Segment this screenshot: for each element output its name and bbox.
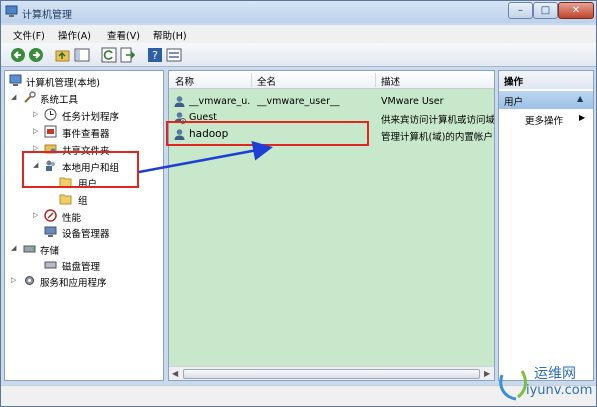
computer-management-window: 计算机管理 – □ ✕ 文件(F) 操作(A) 查看(V) 帮助(H) ? 计算… xyxy=(0,0,597,407)
more-actions-label: 更多操作 xyxy=(525,116,564,127)
submenu-arrow-icon: ▶ xyxy=(579,113,586,122)
scroll-right-icon[interactable]: ▶ xyxy=(484,369,490,378)
cell-description: 供来宾访问计算机或访问域 xyxy=(381,115,495,126)
horizontal-scrollbar[interactable]: ◀ ▶ xyxy=(169,366,494,380)
expand-triangle-icon[interactable]: ▷ xyxy=(33,211,38,219)
collapse-triangle-icon[interactable]: ◢ xyxy=(11,244,16,252)
tools-icon xyxy=(24,91,36,103)
list-row-vmware-user[interactable]: __vmware_u... __vmware_user__ VMware Use… xyxy=(169,94,494,110)
actions-title: 操作 xyxy=(504,77,524,88)
tree-item-performance[interactable]: ▷ 性能 xyxy=(25,208,163,224)
actions-section-users[interactable]: 用户 ▲ xyxy=(499,91,593,109)
list-column-header: 名称 全名 描述 xyxy=(169,71,494,89)
up-folder-icon[interactable] xyxy=(55,47,71,63)
refresh-icon[interactable] xyxy=(101,47,117,63)
title-bar: 计算机管理 – □ ✕ xyxy=(1,1,596,23)
svg-text:?: ? xyxy=(152,49,158,62)
maximize-button[interactable]: □ xyxy=(533,2,558,19)
export-list-icon[interactable] xyxy=(120,47,136,63)
forward-arrow-icon[interactable] xyxy=(28,47,44,63)
tree-item-root[interactable]: 计算机管理(本地) xyxy=(9,73,159,89)
tree-item-system-tools[interactable]: ◢ 系统工具 xyxy=(11,90,161,106)
tree-item-label: 组 xyxy=(78,196,88,207)
tree-item-label: 事件查看器 xyxy=(62,129,110,140)
tree-item-task-scheduler[interactable]: ▷ 任务计划程序 xyxy=(25,107,163,123)
cell-name: __vmware_u... xyxy=(189,96,251,107)
close-button[interactable]: ✕ xyxy=(558,2,594,19)
tree-item-label: 计算机管理(本地) xyxy=(26,78,100,89)
watermark-cn: 运维网 xyxy=(534,366,576,382)
expand-triangle-icon[interactable]: ▷ xyxy=(33,110,38,118)
back-arrow-icon[interactable] xyxy=(10,47,26,63)
menu-bar: 文件(F) 操作(A) 查看(V) 帮助(H) xyxy=(1,25,596,43)
menu-view[interactable]: 查看(V) xyxy=(107,28,140,42)
tree-item-label: 磁盘管理 xyxy=(62,262,101,273)
collapse-up-icon[interactable]: ▲ xyxy=(577,94,583,103)
menu-file[interactable]: 文件(F) xyxy=(13,28,45,42)
device-manager-icon xyxy=(44,226,57,237)
minimize-button[interactable]: – xyxy=(508,2,533,19)
menu-action[interactable]: 操作(A) xyxy=(58,28,91,42)
disk-icon xyxy=(44,261,57,269)
site-watermark: 运维网 iyunv.com xyxy=(496,355,596,405)
show-hide-tree-icon[interactable] xyxy=(74,47,90,63)
scroll-left-icon[interactable]: ◀ xyxy=(172,369,178,378)
highlight-hadoop xyxy=(166,121,369,146)
tree-item-label: 存储 xyxy=(40,246,60,257)
tree-item-label: 服务和应用程序 xyxy=(40,278,107,289)
expand-triangle-icon[interactable]: ▷ xyxy=(11,276,16,284)
computer-icon xyxy=(9,74,22,86)
cell-description: VMware User xyxy=(381,96,444,107)
window-title: 计算机管理 xyxy=(22,10,72,21)
cell-fullname: __vmware_user__ xyxy=(257,96,340,107)
column-fullname[interactable]: 全名 xyxy=(257,74,276,88)
column-description[interactable]: 描述 xyxy=(381,74,400,88)
tree-item-label: 系统工具 xyxy=(40,95,79,106)
tree-item-label: 任务计划程序 xyxy=(62,112,120,123)
highlight-local-users xyxy=(22,151,139,188)
column-name[interactable]: 名称 xyxy=(175,74,194,88)
watermark-en: iyunv.com xyxy=(526,383,593,398)
event-viewer-icon xyxy=(44,125,57,138)
actions-pane: 操作 用户 ▲ 更多操作 ▶ xyxy=(498,70,594,381)
tree-item-event-viewer[interactable]: ▷ 事件查看器 xyxy=(25,124,163,140)
menu-help[interactable]: 帮助(H) xyxy=(153,28,187,42)
cell-description: 管理计算机(域)的内置帐户 xyxy=(381,132,493,143)
collapse-triangle-icon[interactable]: ◢ xyxy=(11,93,16,101)
tree-item-label: 性能 xyxy=(62,213,82,224)
services-icon xyxy=(25,276,34,285)
properties-icon[interactable] xyxy=(166,47,182,63)
tree-item-device-manager[interactable]: 设备管理器 xyxy=(25,224,163,240)
storage-icon xyxy=(23,245,36,253)
actions-section-label: 用户 xyxy=(504,97,524,108)
computer-management-icon xyxy=(5,5,18,17)
clock-icon xyxy=(44,108,57,121)
tree-item-services-apps[interactable]: ▷ 服务和应用程序 xyxy=(11,273,161,289)
tree-item-storage[interactable]: ◢ 存储 xyxy=(11,241,161,257)
expand-triangle-icon[interactable]: ▷ xyxy=(33,127,38,135)
actions-header: 操作 xyxy=(499,71,593,89)
user-icon xyxy=(174,96,185,107)
tree-item-label: 设备管理器 xyxy=(62,229,110,240)
user-list-pane: 名称 全名 描述 __vmware_u... __vmware_user__ V… xyxy=(168,70,495,381)
more-actions-item[interactable]: 更多操作 ▶ xyxy=(499,111,593,127)
folder-icon xyxy=(59,194,72,205)
navigation-tree: 计算机管理(本地) ◢ 系统工具 ▷ 任务计划程序 ▷ 事件查看器 ▷ 共享文件… xyxy=(4,70,164,381)
toolbar: ? xyxy=(1,43,596,67)
tree-item-groups[interactable]: 组 xyxy=(57,191,137,207)
scrollbar-thumb[interactable] xyxy=(183,369,480,379)
tree-item-disk-management[interactable]: 磁盘管理 xyxy=(25,257,163,273)
help-icon[interactable]: ? xyxy=(147,47,163,63)
performance-icon xyxy=(44,209,57,222)
